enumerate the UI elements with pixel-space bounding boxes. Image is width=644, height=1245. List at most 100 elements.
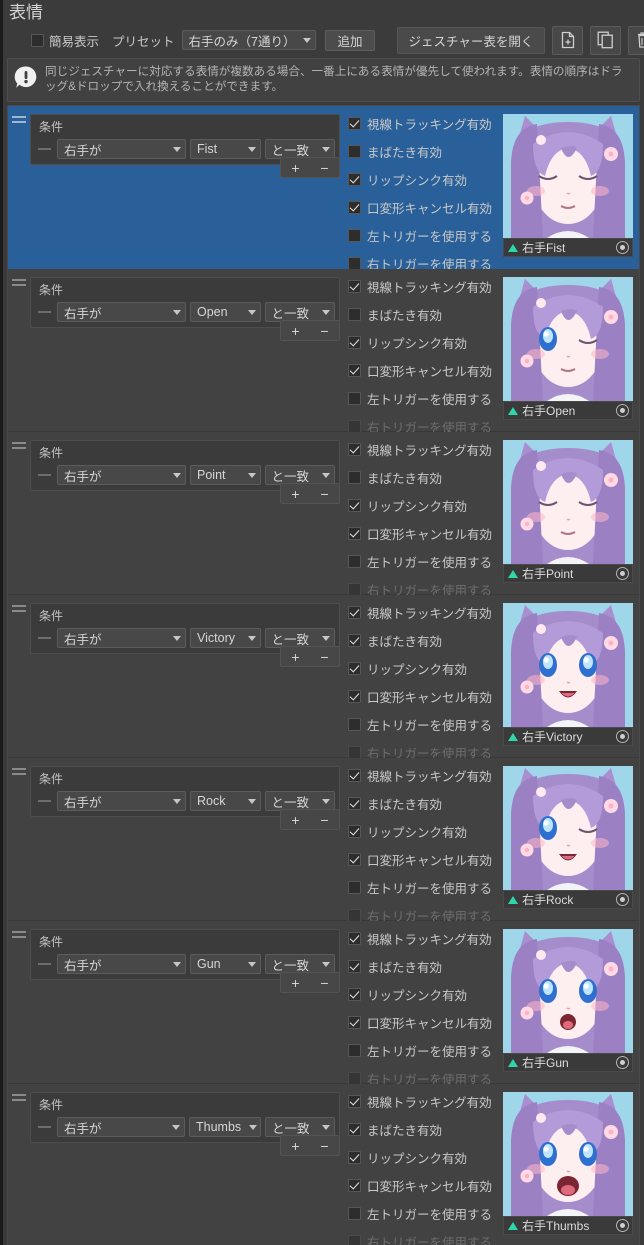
- thumbnail[interactable]: 右手Gun: [503, 929, 633, 1072]
- condition-gesture-dropdown[interactable]: Open: [190, 302, 261, 322]
- left-trigger-checkbox[interactable]: 左トリガーを使用する: [348, 389, 500, 408]
- condition-remove-grip[interactable]: [38, 800, 51, 802]
- expression-row[interactable]: 条件 右手が Thumbs と一致 + − 視線トラッキング有効 まばたき有効 …: [8, 1084, 639, 1245]
- target-icon[interactable]: [616, 241, 629, 254]
- eye-tracking-checkbox[interactable]: 視線トラッキング有効: [348, 440, 500, 459]
- condition-match-dropdown[interactable]: と一致: [265, 1117, 335, 1137]
- blink-checkbox[interactable]: まばたき有効: [348, 468, 500, 487]
- drag-handle[interactable]: [8, 1084, 30, 1245]
- expand-triangle-icon[interactable]: [508, 1058, 518, 1067]
- thumbnail[interactable]: 右手Rock: [503, 766, 633, 909]
- condition-target-dropdown[interactable]: 右手が: [57, 791, 186, 811]
- expression-row[interactable]: 条件 右手が Open と一致 + − 視線トラッキング有効 まばたき有効 リッ…: [8, 269, 639, 435]
- condition-match-dropdown[interactable]: と一致: [264, 791, 335, 811]
- condition-add-button[interactable]: +: [281, 158, 310, 177]
- mouth-cancel-checkbox[interactable]: 口変形キャンセル有効: [348, 1013, 500, 1032]
- thumbnail[interactable]: 右手Point: [503, 440, 633, 583]
- mouth-cancel-checkbox[interactable]: 口変形キャンセル有効: [348, 524, 500, 543]
- condition-add-button[interactable]: +: [281, 321, 310, 340]
- mouth-cancel-checkbox[interactable]: 口変形キャンセル有効: [348, 687, 500, 706]
- lipsync-checkbox[interactable]: リップシンク有効: [348, 659, 500, 678]
- expression-row[interactable]: 条件 右手が Gun と一致 + − 視線トラッキング有効 まばたき有効 リップ…: [8, 921, 639, 1087]
- condition-remove-button[interactable]: −: [310, 484, 339, 503]
- target-icon[interactable]: [616, 567, 629, 580]
- left-trigger-checkbox[interactable]: 左トリガーを使用する: [348, 715, 500, 734]
- add-button[interactable]: 追加: [325, 29, 375, 51]
- condition-remove-button[interactable]: −: [310, 647, 339, 666]
- duplicate-icon[interactable]: [590, 25, 622, 55]
- mouth-cancel-checkbox[interactable]: 口変形キャンセル有効: [348, 361, 500, 380]
- blink-checkbox[interactable]: まばたき有効: [348, 794, 500, 813]
- condition-add-button[interactable]: +: [281, 1136, 310, 1155]
- eye-tracking-checkbox[interactable]: 視線トラッキング有効: [348, 277, 500, 296]
- right-trigger-checkbox[interactable]: 右トリガーを使用する: [348, 1232, 500, 1245]
- eye-tracking-checkbox[interactable]: 視線トラッキング有効: [348, 114, 500, 133]
- condition-match-dropdown[interactable]: と一致: [264, 139, 335, 159]
- condition-gesture-dropdown[interactable]: Point: [190, 465, 261, 485]
- new-file-icon[interactable]: [552, 25, 584, 55]
- lipsync-checkbox[interactable]: リップシンク有効: [348, 496, 500, 515]
- target-icon[interactable]: [616, 893, 629, 906]
- condition-gesture-dropdown[interactable]: Victory: [190, 628, 261, 648]
- drag-handle[interactable]: [8, 595, 30, 757]
- lipsync-checkbox[interactable]: リップシンク有効: [348, 985, 500, 1004]
- condition-remove-button[interactable]: −: [310, 1136, 339, 1155]
- expand-triangle-icon[interactable]: [508, 895, 518, 904]
- condition-match-dropdown[interactable]: と一致: [264, 954, 335, 974]
- condition-target-dropdown[interactable]: 右手が: [57, 954, 186, 974]
- simple-view-checkbox[interactable]: 簡易表示: [31, 31, 99, 50]
- thumbnail[interactable]: 右手Fist: [503, 114, 633, 257]
- blink-checkbox[interactable]: まばたき有効: [348, 957, 500, 976]
- condition-remove-button[interactable]: −: [310, 158, 339, 177]
- condition-remove-grip[interactable]: [38, 637, 51, 639]
- drag-handle[interactable]: [8, 921, 30, 1083]
- drag-handle[interactable]: [8, 432, 30, 594]
- condition-match-dropdown[interactable]: と一致: [264, 302, 335, 322]
- expand-triangle-icon[interactable]: [508, 732, 518, 741]
- mouth-cancel-checkbox[interactable]: 口変形キャンセル有効: [348, 198, 500, 217]
- mouth-cancel-checkbox[interactable]: 口変形キャンセル有効: [348, 850, 500, 869]
- drag-handle[interactable]: [8, 106, 30, 268]
- thumbnail[interactable]: 右手Thumbs: [503, 1092, 633, 1235]
- left-trigger-checkbox[interactable]: 左トリガーを使用する: [348, 878, 500, 897]
- expand-triangle-icon[interactable]: [508, 569, 518, 578]
- eye-tracking-checkbox[interactable]: 視線トラッキング有効: [348, 1092, 500, 1111]
- expression-row[interactable]: 条件 右手が Point と一致 + − 視線トラッキング有効 まばたき有効 リ…: [8, 432, 639, 598]
- eye-tracking-checkbox[interactable]: 視線トラッキング有効: [348, 603, 500, 622]
- trash-icon[interactable]: [628, 25, 644, 55]
- expression-row[interactable]: 条件 右手が Fist と一致 + − 視線トラッキング有効 まばたき有効 リッ…: [8, 106, 639, 272]
- lipsync-checkbox[interactable]: リップシンク有効: [348, 822, 500, 841]
- condition-add-button[interactable]: +: [281, 810, 310, 829]
- condition-target-dropdown[interactable]: 右手が: [57, 139, 186, 159]
- lipsync-checkbox[interactable]: リップシンク有効: [348, 333, 500, 352]
- condition-add-button[interactable]: +: [281, 484, 310, 503]
- blink-checkbox[interactable]: まばたき有効: [348, 142, 500, 161]
- eye-tracking-checkbox[interactable]: 視線トラッキング有効: [348, 766, 500, 785]
- condition-remove-grip[interactable]: [38, 1126, 51, 1128]
- condition-gesture-dropdown[interactable]: Fist: [190, 139, 261, 159]
- expression-row[interactable]: 条件 右手が Victory と一致 + − 視線トラッキング有効 まばたき有効…: [8, 595, 639, 761]
- left-trigger-checkbox[interactable]: 左トリガーを使用する: [348, 226, 500, 245]
- left-trigger-checkbox[interactable]: 左トリガーを使用する: [348, 1204, 500, 1223]
- blink-checkbox[interactable]: まばたき有効: [348, 305, 500, 324]
- condition-remove-grip[interactable]: [38, 963, 51, 965]
- lipsync-checkbox[interactable]: リップシンク有効: [348, 170, 500, 189]
- condition-target-dropdown[interactable]: 右手が: [57, 628, 186, 648]
- thumbnail[interactable]: 右手Open: [503, 277, 633, 420]
- condition-gesture-dropdown[interactable]: Gun: [190, 954, 261, 974]
- target-icon[interactable]: [616, 1056, 629, 1069]
- condition-remove-grip[interactable]: [38, 311, 51, 313]
- open-gesture-table-button[interactable]: ジェスチャー表を開く: [396, 26, 546, 54]
- drag-handle[interactable]: [8, 758, 30, 920]
- condition-remove-button[interactable]: −: [310, 321, 339, 340]
- blink-checkbox[interactable]: まばたき有効: [348, 631, 500, 650]
- drag-handle[interactable]: [8, 269, 30, 431]
- condition-add-button[interactable]: +: [281, 973, 310, 992]
- preset-dropdown[interactable]: 右手のみ（7通り）: [181, 30, 317, 50]
- target-icon[interactable]: [616, 1219, 629, 1232]
- condition-target-dropdown[interactable]: 右手が: [57, 302, 186, 322]
- mouth-cancel-checkbox[interactable]: 口変形キャンセル有効: [348, 1176, 500, 1195]
- thumbnail[interactable]: 右手Victory: [503, 603, 633, 746]
- lipsync-checkbox[interactable]: リップシンク有効: [348, 1148, 500, 1167]
- condition-remove-button[interactable]: −: [310, 810, 339, 829]
